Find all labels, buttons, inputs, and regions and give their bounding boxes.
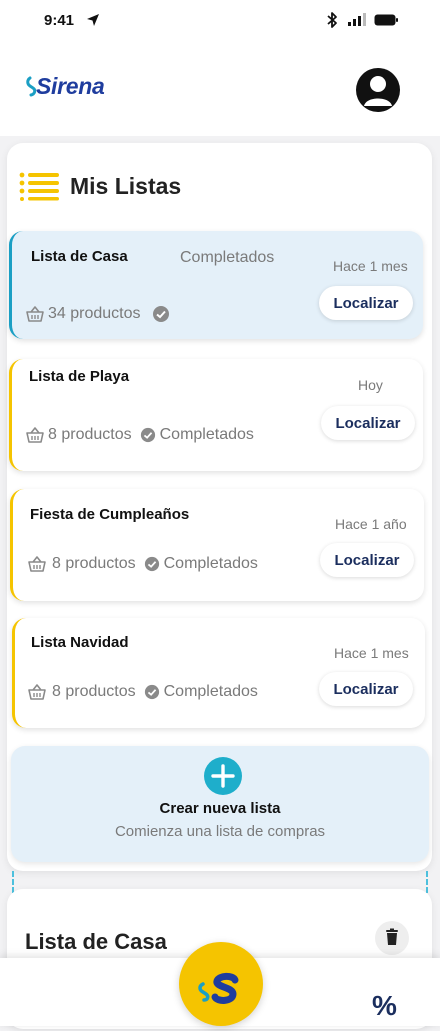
list-time: Hace 1 año xyxy=(335,516,407,532)
basket-icon xyxy=(28,556,46,572)
home-fab-button[interactable] xyxy=(179,942,263,1026)
list-time: Hace 1 mes xyxy=(334,645,409,661)
list-status: Completados xyxy=(180,249,275,266)
basket-icon xyxy=(28,684,46,700)
locate-button[interactable]: Localizar xyxy=(319,286,413,320)
detail-title: Lista de Casa xyxy=(25,929,167,954)
check-circle-icon xyxy=(140,427,155,443)
app-header: Sirena xyxy=(0,44,440,136)
create-list-card[interactable]: Crear nueva lista Comienza una lista de … xyxy=(11,746,429,862)
list-time: Hace 1 mes xyxy=(333,258,408,274)
basket-icon xyxy=(26,306,44,322)
list-status: Completados xyxy=(159,426,254,443)
list-card[interactable]: Lista de Playa Hoy 8 productos Completad… xyxy=(9,359,423,471)
list-name: Lista Navidad xyxy=(31,634,129,651)
list-card[interactable]: Lista Navidad Hace 1 mes 8 productos Com… xyxy=(12,618,425,728)
sirena-logo-icon xyxy=(198,972,239,1004)
my-lists-panel: Mis Listas Lista de Casa Completados Hac… xyxy=(7,143,432,871)
basket-icon xyxy=(26,427,44,443)
connector-line xyxy=(426,871,428,893)
page-title: Mis Listas xyxy=(70,173,182,199)
user-icon xyxy=(364,76,392,106)
list-card[interactable]: Fiesta de Cumpleaños Hace 1 año 8 produc… xyxy=(10,489,424,601)
add-icon[interactable] xyxy=(204,757,242,795)
check-circle-icon xyxy=(144,684,159,700)
list-icon xyxy=(19,172,59,201)
status-time: 9:41 xyxy=(44,12,75,29)
profile-avatar[interactable] xyxy=(356,68,400,112)
location-arrow-icon xyxy=(87,14,99,26)
status-bar: 9:41 xyxy=(0,0,440,44)
list-status: Completados xyxy=(163,683,258,700)
promotions-tab[interactable]: % xyxy=(372,990,397,1022)
brand-name: Sirena xyxy=(36,73,105,99)
battery-icon xyxy=(374,14,398,26)
product-count: 34 productos xyxy=(48,305,141,322)
trash-icon xyxy=(386,928,398,945)
create-list-subtitle: Comienza una lista de compras xyxy=(114,823,326,840)
list-status: Completados xyxy=(163,555,258,572)
list-name: Lista de Casa xyxy=(31,248,128,265)
list-card[interactable]: Lista de Casa Completados Hace 1 mes 34 … xyxy=(9,231,423,339)
list-meta: 8 productos Completados xyxy=(26,426,254,444)
locate-button[interactable]: Localizar xyxy=(320,543,414,577)
product-count: 8 productos xyxy=(48,426,132,443)
locate-button[interactable]: Localizar xyxy=(319,672,413,706)
connector-line xyxy=(12,871,14,893)
product-count: 8 productos xyxy=(52,555,136,572)
list-name: Lista de Playa xyxy=(29,368,130,385)
bluetooth-icon xyxy=(327,12,337,28)
check-circle-icon xyxy=(144,556,159,572)
product-count: 8 productos xyxy=(52,683,136,700)
signal-icon xyxy=(348,13,366,26)
list-meta: 8 productos Completados xyxy=(28,683,258,701)
list-meta: 34 productos xyxy=(26,305,170,323)
locate-button[interactable]: Localizar xyxy=(321,406,415,440)
delete-button[interactable] xyxy=(375,921,409,955)
list-meta: 8 productos Completados xyxy=(28,555,258,573)
list-time: Hoy xyxy=(358,377,383,393)
create-list-title: Crear nueva lista xyxy=(159,800,281,817)
check-circle-icon xyxy=(152,306,169,322)
list-name: Fiesta de Cumpleaños xyxy=(30,506,190,523)
